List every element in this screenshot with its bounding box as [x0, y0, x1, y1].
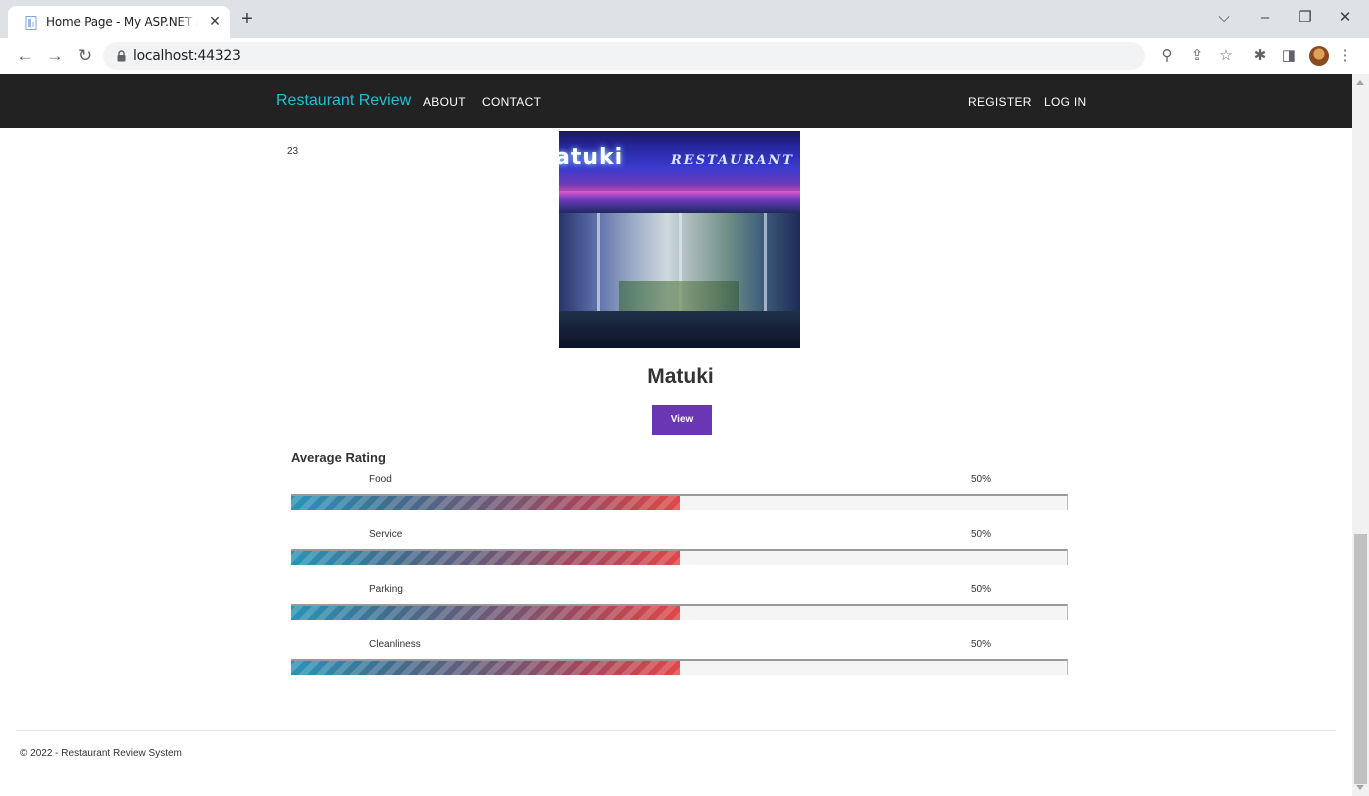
address-bar[interactable]: localhost:44323 [103, 42, 1145, 70]
average-rating-title: Average Rating [291, 450, 386, 465]
rating-progress-bar [291, 604, 1068, 620]
forward-icon[interactable]: → [45, 46, 65, 66]
site-navbar: Restaurant Review ABOUT CONTACT REGISTER… [0, 74, 1352, 128]
profile-avatar[interactable] [1309, 46, 1329, 66]
rating-progress-fill [291, 606, 680, 620]
zoom-icon[interactable]: ⚲ [1157, 46, 1177, 66]
rating-label: Food [369, 474, 392, 485]
menu-dots-icon[interactable]: ⋮ [1335, 46, 1355, 66]
nav-register[interactable]: REGISTER [968, 95, 1032, 109]
extensions-icon[interactable]: ✱ [1250, 46, 1270, 66]
tab-search-icon[interactable]: ⌵ [1213, 8, 1235, 28]
rating-progress-fill [291, 661, 680, 675]
scroll-up-icon[interactable] [1356, 80, 1364, 85]
rating-progress-fill [291, 496, 680, 510]
nav-about[interactable]: ABOUT [423, 95, 466, 109]
browser-toolbar: ← → ↻ localhost:44323 ⚲ ⇪ ☆ ✱ ◨ ⋮ [0, 38, 1369, 74]
tab-close-icon[interactable]: ✕ [207, 13, 223, 29]
rating-label: Cleanliness [369, 639, 421, 650]
restore-icon[interactable]: ❐ [1294, 8, 1316, 28]
rating-label: Service [369, 529, 403, 540]
footer-text: © 2022 - Restaurant Review System [20, 748, 182, 759]
url-text: localhost:44323 [133, 48, 241, 64]
bookmark-star-icon[interactable]: ☆ [1216, 46, 1236, 66]
page-icon [25, 16, 37, 30]
tab-title: Home Page - My ASP.NET Applic [46, 15, 198, 29]
footer-divider [16, 730, 1336, 731]
browser-tabstrip: Home Page - My ASP.NET Applic ✕ + ⌵ – ❐ … [0, 0, 1369, 38]
rating-percent: 50% [971, 639, 992, 650]
lock-icon [117, 50, 126, 62]
rating-label: Parking [369, 584, 403, 595]
back-icon[interactable]: ← [15, 46, 35, 66]
brand-link[interactable]: Restaurant Review [276, 92, 411, 110]
share-icon[interactable]: ⇪ [1187, 46, 1207, 66]
nav-login[interactable]: LOG IN [1044, 95, 1086, 109]
photo-sign-subtext: RESTAURANT [671, 153, 794, 168]
rating-progress-bar [291, 494, 1068, 510]
rating-percent: 50% [971, 474, 992, 485]
restaurant-photo: atuki RESTAURANT [559, 131, 800, 348]
rating-progress-bar [291, 659, 1068, 675]
scrollbar-thumb[interactable] [1354, 534, 1367, 784]
side-panel-icon[interactable]: ◨ [1279, 46, 1299, 66]
page-scrollbar[interactable] [1352, 74, 1369, 796]
new-tab-icon[interactable]: + [238, 9, 256, 29]
nav-contact[interactable]: CONTACT [482, 95, 541, 109]
restaurant-id: 23 [287, 146, 299, 157]
browser-tab[interactable]: Home Page - My ASP.NET Applic ✕ [8, 6, 230, 38]
close-window-icon[interactable]: ✕ [1334, 8, 1356, 28]
page-viewport: Restaurant Review ABOUT CONTACT REGISTER… [0, 74, 1352, 796]
rating-progress-fill [291, 551, 680, 565]
rating-progress-bar [291, 549, 1068, 565]
rating-percent: 50% [971, 584, 992, 595]
minimize-icon[interactable]: – [1254, 8, 1276, 28]
reload-icon[interactable]: ↻ [75, 46, 95, 66]
restaurant-name: Matuki [647, 365, 714, 388]
scroll-down-icon[interactable] [1356, 785, 1364, 790]
view-button[interactable]: View [652, 405, 712, 435]
rating-percent: 50% [971, 529, 992, 540]
photo-sign-text: atuki [559, 145, 624, 170]
